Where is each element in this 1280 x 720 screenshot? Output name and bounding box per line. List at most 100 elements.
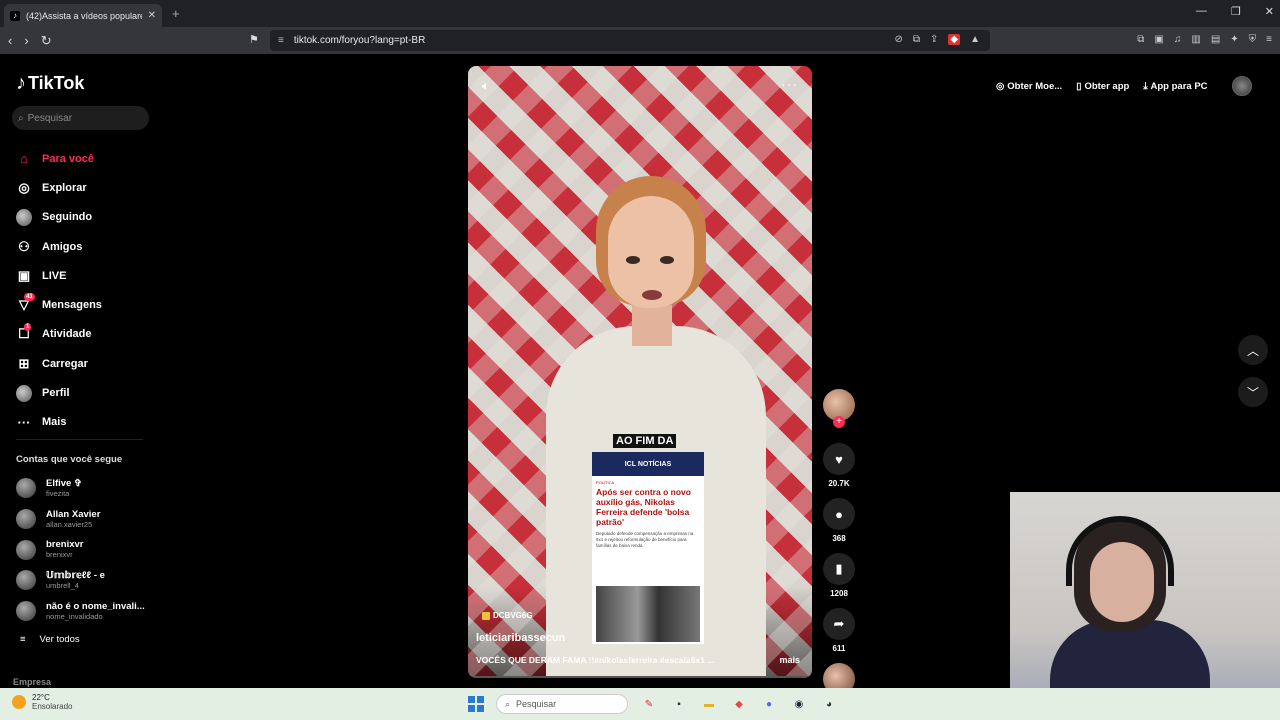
account-username: umbrell_4 <box>46 580 79 590</box>
phone-icon: ▯ <box>1076 80 1082 92</box>
get-app-button[interactable]: ▯ Obter app <box>1076 81 1129 92</box>
save-count: 1208 <box>830 589 848 598</box>
profile-avatar[interactable] <box>1231 76 1252 96</box>
following-account[interactable]: Elfive ✞ fivezita <box>16 473 156 504</box>
news-subtitle: Deputado defende compensação a empresas … <box>596 531 694 548</box>
obs-icon[interactable]: ◕ <box>820 695 838 713</box>
media-icon[interactable]: ♫ <box>1174 34 1182 45</box>
tab-icon[interactable]: ▣ <box>1154 34 1163 45</box>
sidebar-item-mais[interactable]: ··· Mais <box>16 408 151 437</box>
account-username: brenixvr <box>46 550 73 560</box>
comment-count: 368 <box>832 534 846 543</box>
see-all-button[interactable]: ≡ Ver todos <box>20 634 80 645</box>
site-info-icon[interactable]: ≡ <box>278 35 284 46</box>
ai-icon[interactable]: ✦ <box>1230 34 1238 45</box>
following-account[interactable]: brenixvr brenixvr <box>16 534 156 565</box>
previous-video-button[interactable]: ︿ <box>1238 335 1268 365</box>
sidebar-item-amigos[interactable]: ⚇ Amigos <box>16 232 151 261</box>
more-link[interactable]: mais <box>779 655 800 665</box>
get-app-label: Obter app <box>1084 80 1130 92</box>
activity-badge: 1 <box>24 322 32 331</box>
windows-taskbar: 22°C Ensolarado ⌕ Pesquisar ✎ ▪ ▬ ◆ ● ◉ … <box>0 688 1280 720</box>
sidebar-item-seguindo[interactable]: Seguindo <box>16 203 151 232</box>
sidebar-item-perfil[interactable]: Perfil <box>16 378 151 407</box>
compass-icon: ◎ <box>18 179 30 195</box>
volume-icon[interactable]: 🔈︎ <box>482 78 490 94</box>
nav-label: Seguindo <box>42 211 93 224</box>
account-name: brenixvr <box>46 539 84 551</box>
steam-icon[interactable]: ◉ <box>790 695 808 713</box>
extensions-icon[interactable]: ⧉ <box>1137 34 1144 45</box>
new-tab-icon[interactable]: + <box>172 6 180 21</box>
tiktok-logo[interactable]: ♪ TikTok <box>16 72 84 95</box>
video-more-icon[interactable]: ··· <box>781 76 798 92</box>
logo-text: TikTok <box>28 73 85 93</box>
vpn-icon[interactable]: ⛨ <box>1249 34 1257 45</box>
sidebar-item-live[interactable]: ▣ LIVE <box>16 261 151 290</box>
translate-icon[interactable]: ⊘ <box>894 34 902 45</box>
search-input[interactable]: ⌕ Pesquisar <box>12 106 149 130</box>
menu-icon[interactable]: ≡ <box>1266 34 1272 45</box>
share-button[interactable]: ➦ <box>823 608 855 640</box>
video-username[interactable]: leticiaribassecun <box>476 632 565 644</box>
sidebar-icon[interactable]: ▥ <box>1191 34 1200 45</box>
video-progress[interactable] <box>468 676 812 678</box>
weather-widget[interactable]: 22°C Ensolarado <box>12 693 72 711</box>
windows-start-icon[interactable] <box>468 696 484 712</box>
video-player[interactable]: 🔈︎ ··· AO FIM DA ICL NOTÍCIAS POLÍTICA A… <box>468 66 812 678</box>
news-brand: ICL NOTÍCIAS <box>592 452 704 476</box>
following-account[interactable]: não é o nome_invali... nome_invalidado <box>16 596 156 627</box>
following-account[interactable]: 𝕌𝕞𝕓𝕣𝕖ℓℓ - e umbrell_4 <box>16 565 156 596</box>
news-photo <box>596 586 700 642</box>
video-tag[interactable]: DCBVG6G <box>482 611 533 620</box>
get-coins-button[interactable]: ◎ Obter Moe... <box>996 81 1062 92</box>
footer-company-link[interactable]: Empresa <box>13 677 51 687</box>
reload-icon[interactable]: ↻ <box>41 33 52 49</box>
pc-app-button[interactable]: ⤓ App para PC <box>1143 81 1207 92</box>
save-button[interactable]: ▮ <box>823 553 855 585</box>
browser-tab[interactable]: ♪ (42)Assista a vídeos populares p ✕ <box>4 4 162 27</box>
like-button[interactable]: ♥ <box>823 443 855 475</box>
account-name: não é o nome_invali... <box>46 600 145 612</box>
rewards-icon[interactable]: ▲ <box>970 34 980 45</box>
bookmark-icon[interactable]: ⚑ <box>249 33 259 46</box>
close-tab-icon[interactable]: ✕ <box>148 10 156 21</box>
friends-icon: ⚇ <box>18 238 30 254</box>
discord-icon[interactable]: ● <box>760 695 778 713</box>
taskbar-search[interactable]: ⌕ Pesquisar <box>496 694 628 714</box>
search-icon: ⌕ <box>505 698 511 709</box>
url-field[interactable]: ≡ tiktok.com/foryou?lang=pt-BR ⊘ ⧉ ⇪ ◆ ▲ <box>270 30 990 51</box>
folder-icon[interactable]: ▬ <box>700 695 718 713</box>
avatar <box>16 539 36 560</box>
see-all-label: Ver todos <box>39 634 80 645</box>
avatar <box>16 601 36 622</box>
following-account[interactable]: Allan Xavier allan.xavier25 <box>16 504 156 535</box>
creator-avatar[interactable]: + <box>823 389 855 428</box>
maximize-icon[interactable]: ❐ <box>1231 5 1241 18</box>
widget-icon[interactable]: ✎ <box>640 695 658 713</box>
like-count: 20.7K <box>828 479 850 488</box>
terminal-icon[interactable]: ▪ <box>670 695 688 713</box>
window-controls: — ❐ ✕ <box>1196 5 1274 18</box>
sidebar-item-para-voce[interactable]: ⌂ Para você <box>16 144 151 173</box>
cast-icon[interactable]: ⧉ <box>913 34 920 45</box>
sidebar-item-mensagens[interactable]: ▽ 41 Mensagens <box>16 290 151 319</box>
follow-plus-icon[interactable]: + <box>833 416 845 428</box>
account-username: fivezita <box>46 488 70 498</box>
wallet-icon[interactable]: ▤ <box>1211 34 1220 45</box>
bookmark-icon: ▮ <box>835 561 843 576</box>
sidebar-item-carregar[interactable]: ⊞ Carregar <box>16 349 151 378</box>
close-window-icon[interactable]: ✕ <box>1265 5 1274 18</box>
brave-icon[interactable]: ◆ <box>730 695 748 713</box>
minimize-icon[interactable]: — <box>1196 5 1207 18</box>
sidebar-item-atividade[interactable]: ☐ 1 Atividade <box>16 320 151 349</box>
brave-shield-icon[interactable]: ◆ <box>948 34 961 45</box>
next-video-button[interactable]: ﹀ <box>1238 377 1268 407</box>
avatar <box>16 570 36 591</box>
share-icon[interactable]: ⇪ <box>930 34 938 45</box>
forward-icon[interactable]: › <box>24 33 28 49</box>
back-icon[interactable]: ‹ <box>8 33 12 49</box>
nav-label: Para você <box>42 152 94 165</box>
comment-button[interactable]: ● <box>823 498 855 530</box>
sidebar-item-explorar[interactable]: ◎ Explorar <box>16 173 151 202</box>
